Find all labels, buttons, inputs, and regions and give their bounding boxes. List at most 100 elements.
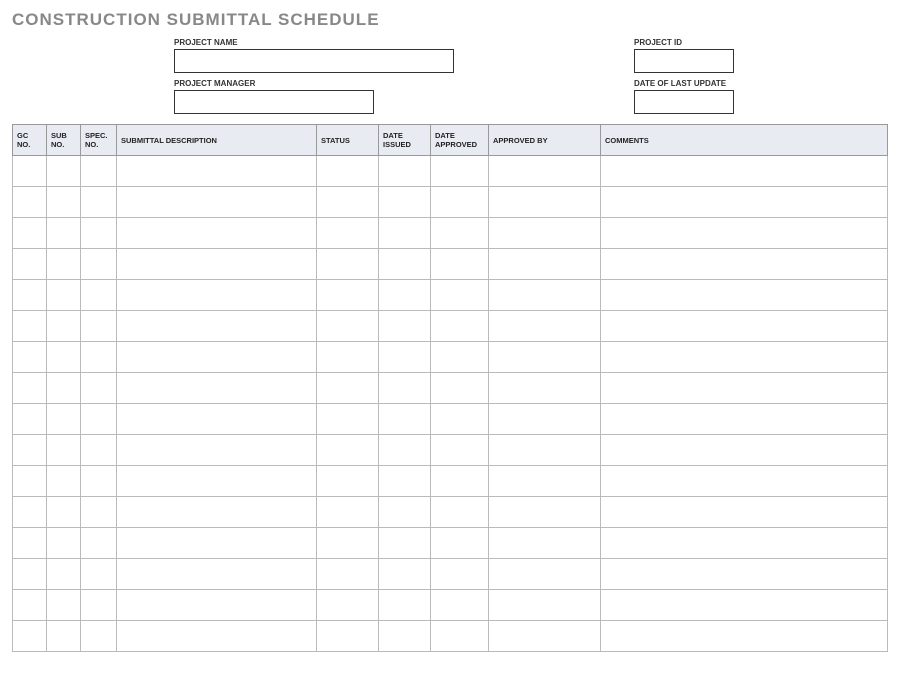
cell-gcNo[interactable] [13,280,47,311]
cell-comments[interactable] [601,621,888,652]
cell-dateApproved[interactable] [431,249,489,280]
cell-specNo[interactable] [81,528,117,559]
cell-dateIssued[interactable] [379,621,431,652]
cell-approvedBy[interactable] [489,156,601,187]
cell-dateIssued[interactable] [379,404,431,435]
cell-dateApproved[interactable] [431,559,489,590]
cell-subNo[interactable] [47,342,81,373]
cell-specNo[interactable] [81,218,117,249]
cell-approvedBy[interactable] [489,373,601,404]
cell-dateApproved[interactable] [431,528,489,559]
cell-subNo[interactable] [47,435,81,466]
cell-status[interactable] [317,218,379,249]
cell-comments[interactable] [601,156,888,187]
cell-status[interactable] [317,280,379,311]
cell-description[interactable] [117,528,317,559]
cell-description[interactable] [117,559,317,590]
cell-specNo[interactable] [81,311,117,342]
cell-specNo[interactable] [81,435,117,466]
cell-comments[interactable] [601,218,888,249]
cell-specNo[interactable] [81,280,117,311]
cell-dateIssued[interactable] [379,187,431,218]
cell-status[interactable] [317,342,379,373]
cell-specNo[interactable] [81,404,117,435]
cell-comments[interactable] [601,311,888,342]
cell-gcNo[interactable] [13,590,47,621]
cell-approvedBy[interactable] [489,342,601,373]
cell-subNo[interactable] [47,466,81,497]
cell-approvedBy[interactable] [489,590,601,621]
cell-dateApproved[interactable] [431,342,489,373]
cell-approvedBy[interactable] [489,528,601,559]
cell-gcNo[interactable] [13,404,47,435]
cell-description[interactable] [117,218,317,249]
cell-dateApproved[interactable] [431,497,489,528]
cell-dateApproved[interactable] [431,156,489,187]
cell-subNo[interactable] [47,218,81,249]
cell-dateIssued[interactable] [379,311,431,342]
cell-subNo[interactable] [47,311,81,342]
cell-description[interactable] [117,249,317,280]
cell-approvedBy[interactable] [489,497,601,528]
cell-description[interactable] [117,621,317,652]
cell-dateApproved[interactable] [431,373,489,404]
cell-subNo[interactable] [47,497,81,528]
cell-dateApproved[interactable] [431,466,489,497]
cell-subNo[interactable] [47,528,81,559]
cell-dateApproved[interactable] [431,187,489,218]
cell-description[interactable] [117,435,317,466]
cell-status[interactable] [317,373,379,404]
cell-gcNo[interactable] [13,373,47,404]
cell-status[interactable] [317,249,379,280]
cell-dateApproved[interactable] [431,311,489,342]
cell-approvedBy[interactable] [489,218,601,249]
cell-description[interactable] [117,280,317,311]
cell-status[interactable] [317,590,379,621]
last-update-input[interactable] [634,90,734,114]
cell-status[interactable] [317,404,379,435]
cell-comments[interactable] [601,559,888,590]
cell-comments[interactable] [601,342,888,373]
cell-gcNo[interactable] [13,156,47,187]
project-id-input[interactable] [634,49,734,73]
cell-description[interactable] [117,156,317,187]
cell-approvedBy[interactable] [489,404,601,435]
cell-status[interactable] [317,466,379,497]
cell-dateIssued[interactable] [379,528,431,559]
cell-subNo[interactable] [47,187,81,218]
cell-dateApproved[interactable] [431,218,489,249]
cell-comments[interactable] [601,373,888,404]
cell-subNo[interactable] [47,156,81,187]
cell-dateApproved[interactable] [431,590,489,621]
cell-dateIssued[interactable] [379,342,431,373]
cell-comments[interactable] [601,590,888,621]
cell-status[interactable] [317,311,379,342]
cell-status[interactable] [317,156,379,187]
cell-status[interactable] [317,187,379,218]
cell-description[interactable] [117,497,317,528]
cell-description[interactable] [117,342,317,373]
cell-gcNo[interactable] [13,621,47,652]
cell-description[interactable] [117,590,317,621]
cell-gcNo[interactable] [13,249,47,280]
cell-description[interactable] [117,404,317,435]
cell-description[interactable] [117,187,317,218]
cell-approvedBy[interactable] [489,280,601,311]
cell-comments[interactable] [601,187,888,218]
cell-approvedBy[interactable] [489,249,601,280]
cell-dateIssued[interactable] [379,466,431,497]
cell-dateApproved[interactable] [431,621,489,652]
cell-dateIssued[interactable] [379,373,431,404]
cell-subNo[interactable] [47,249,81,280]
cell-gcNo[interactable] [13,559,47,590]
cell-gcNo[interactable] [13,187,47,218]
cell-status[interactable] [317,528,379,559]
cell-gcNo[interactable] [13,435,47,466]
cell-description[interactable] [117,311,317,342]
cell-gcNo[interactable] [13,466,47,497]
cell-specNo[interactable] [81,559,117,590]
cell-specNo[interactable] [81,342,117,373]
cell-gcNo[interactable] [13,497,47,528]
cell-specNo[interactable] [81,621,117,652]
project-name-input[interactable] [174,49,454,73]
